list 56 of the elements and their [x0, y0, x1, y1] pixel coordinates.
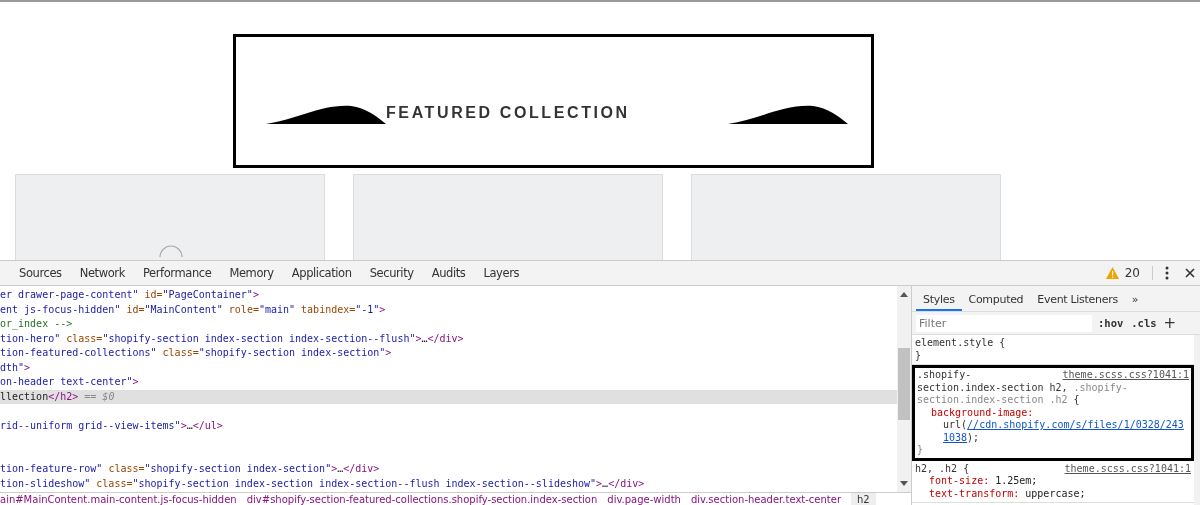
css-selector: element.style {: [915, 337, 1006, 350]
property-value: url(: [943, 419, 968, 430]
more-tabs-button[interactable]: »: [1124, 293, 1146, 311]
css-selector: h2, .h2 {: [915, 462, 970, 475]
filter-field[interactable]: Filter: [916, 314, 1092, 332]
new-rule-button[interactable]: +: [1162, 314, 1178, 332]
hov-toggle[interactable]: :hov: [1096, 317, 1126, 329]
code-line[interactable]: tion-hero" class="shopify-section index-section index-section--flush">…</div>: [0, 331, 897, 346]
source-link[interactable]: theme.scss.css?1041:1: [1062, 369, 1189, 382]
code-line[interactable]: dth">: [0, 360, 897, 375]
property-name: background-image:: [931, 406, 1034, 418]
breadcrumb[interactable]: ain#MainContent.main-content.js-focus-hidden: [0, 493, 237, 505]
loading-spinner-icon: [159, 245, 183, 257]
url-link[interactable]: //cdn.shopify.com/s/files/1/0328/243: [967, 419, 1184, 430]
code-line[interactable]: or_index -->: [0, 317, 897, 332]
panel-tab[interactable]: Application: [282, 261, 361, 285]
section-heading: FEATURED COLLECTION: [386, 104, 631, 122]
breadcrumb[interactable]: div#shopify-section-featured-collections.shopify-section.index-section: [246, 493, 598, 505]
close-icon: [1185, 268, 1195, 278]
css-selector: .shopify-: [917, 369, 972, 382]
breadcrumb[interactable]: div.page-width: [607, 493, 681, 505]
property-name: font-size:: [929, 475, 990, 486]
panel-tab[interactable]: Event Listeners: [1030, 293, 1125, 311]
code-line[interactable]: tion-feature-row" class="shopify-section index-section">…</div>: [0, 462, 897, 477]
css-selector: section.index-section .h2 {: [917, 394, 1080, 407]
css-brace: }: [915, 349, 922, 362]
scrollbar[interactable]: [1194, 335, 1200, 505]
panel-tab[interactable]: Network: [70, 261, 134, 285]
code-line[interactable]: tion-slideshow" class="shopify-section index-section index-section--flush index-section--slideshow">…</div>: [0, 476, 897, 491]
breadcrumb[interactable]: h2: [851, 493, 876, 505]
panel-tab[interactable]: Audits: [422, 261, 475, 285]
breadcrumb[interactable]: div.section-header.text-center: [690, 493, 841, 505]
panel-tab[interactable]: Performance: [133, 261, 221, 285]
warning-count: 20: [1124, 266, 1140, 280]
property-value: 1.25em;: [995, 475, 1038, 486]
code-line[interactable]: rid--uniform grid--view-items">…</ul>: [0, 418, 897, 433]
code-line[interactable]: tion-featured-collections" class="shopify-section index-section">: [0, 346, 897, 361]
panel-tab[interactable]: Memory: [220, 261, 283, 285]
cls-toggle[interactable]: .cls: [1129, 317, 1159, 329]
scrollbar[interactable]: [897, 286, 911, 492]
property-value: uppercase;: [1025, 487, 1086, 499]
warning-icon: [1105, 267, 1119, 279]
code-line[interactable]: on-header text-center">: [0, 375, 897, 390]
css-brace: }: [917, 444, 924, 457]
menu-icon: [1165, 266, 1169, 280]
panel-tab[interactable]: Security: [360, 261, 423, 285]
source-link[interactable]: theme.scss.css?1041:1: [1064, 462, 1191, 475]
panel-tab[interactable]: Sources: [10, 261, 71, 285]
panel-tab[interactable]: Layers: [474, 261, 529, 285]
css-selector: section.index-section h2, .shopify-: [917, 381, 1128, 394]
property-name: text-transform:: [929, 487, 1020, 499]
property-value: );: [967, 431, 980, 443]
code-line[interactable]: er drawer-page-content" id="PageContainer">: [0, 288, 897, 303]
url-link[interactable]: 1038: [943, 431, 968, 443]
panel-tab[interactable]: Computed: [961, 293, 1031, 311]
code-line[interactable]: ent js-focus-hidden" id="MainContent" role="main" tabindex="-1">: [0, 302, 897, 317]
